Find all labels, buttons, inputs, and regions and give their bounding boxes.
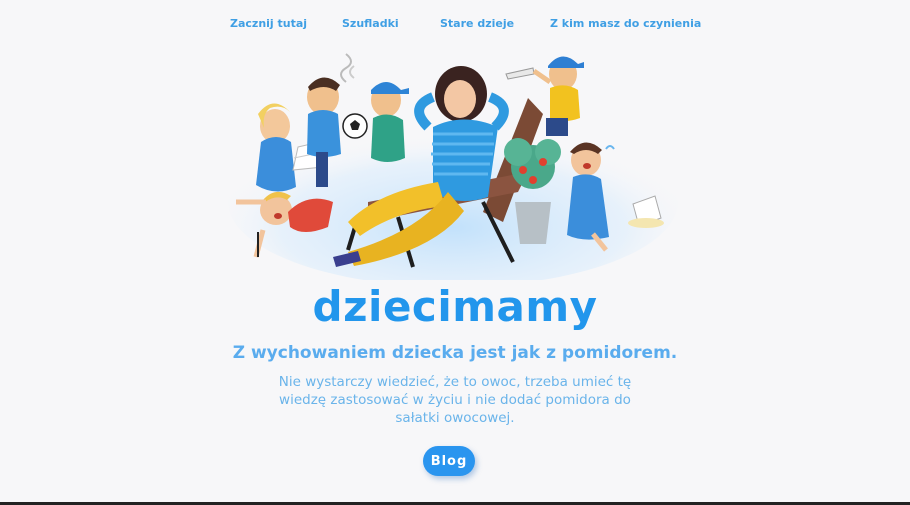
site-title: dziecimamy	[312, 282, 598, 331]
nav-link-z-kim-masz-do-czynienia[interactable]: Z kim masz do czynienia	[550, 17, 701, 30]
tagline: Z wychowaniem dziecka jest jak z pomidor…	[232, 343, 678, 363]
blog-button[interactable]: Blog	[423, 446, 475, 476]
football	[342, 113, 368, 139]
hero-illustration	[228, 52, 678, 287]
nav-link-stare-dzieje[interactable]: Stare dzieje	[440, 17, 514, 30]
nav-link-zacznij-tutaj[interactable]: Zacznij tutaj	[230, 17, 307, 30]
nav-link-szufladki[interactable]: Szufladki	[342, 17, 399, 30]
description: Nie wystarczy wiedzieć, że to owoc, trze…	[278, 374, 632, 426]
family-chaos-illustration	[228, 53, 678, 287]
top-nav: Zacznij tutaj Szufladki Stare dzieje Z k…	[0, 17, 910, 31]
